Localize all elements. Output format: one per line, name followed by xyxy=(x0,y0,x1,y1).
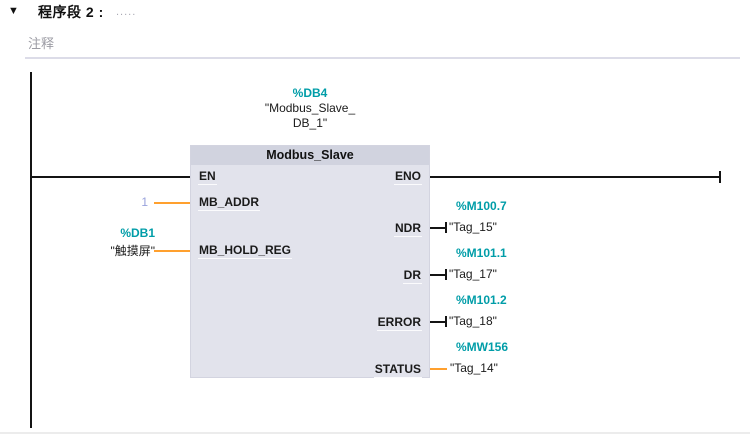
operand-status-tag[interactable]: "Tag_14" xyxy=(450,361,498,375)
network-comment-field[interactable]: 注释 xyxy=(28,33,54,52)
instance-db-name-line2: DB_1" xyxy=(190,116,430,131)
operand-error-tag[interactable]: "Tag_18" xyxy=(449,314,497,328)
comment-separator xyxy=(25,57,740,59)
network-title-placeholder[interactable]: ..... xyxy=(116,6,136,18)
wire-en xyxy=(32,176,190,178)
block-title[interactable]: Modbus_Slave xyxy=(191,146,429,165)
collapse-triangle-icon[interactable]: ▼ xyxy=(8,5,19,17)
wire-mb-hold-reg xyxy=(154,250,190,252)
operand-mb-hold-reg-name[interactable]: "触摸屏" xyxy=(40,242,155,259)
power-rail xyxy=(30,72,32,428)
operand-ndr-tag[interactable]: "Tag_15" xyxy=(449,220,497,234)
network-bottom-separator xyxy=(0,432,750,434)
operand-ndr-address[interactable]: %M100.7 xyxy=(456,199,507,213)
network-editor: ▼ 程序段 2 : ..... 注释 %DB4 "Modbus_Slave_ D… xyxy=(0,0,750,444)
wire-dr xyxy=(430,274,446,276)
instance-db-address[interactable]: %DB4 xyxy=(190,86,430,101)
pin-mb-hold-reg[interactable]: MB_HOLD_REG xyxy=(198,244,292,259)
network-title[interactable]: 程序段 2 : xyxy=(38,2,104,22)
operand-mb-addr-value[interactable]: 1 xyxy=(90,195,148,209)
wire-ndr-terminator xyxy=(445,222,447,233)
pin-dr[interactable]: DR xyxy=(403,269,422,284)
pin-en[interactable]: EN xyxy=(198,170,217,185)
instance-db-name-line1: "Modbus_Slave_ xyxy=(190,101,430,116)
wire-error xyxy=(430,321,446,323)
instance-db-header[interactable]: %DB4 "Modbus_Slave_ DB_1" xyxy=(190,86,430,131)
operand-dr-tag[interactable]: "Tag_17" xyxy=(449,267,497,281)
wire-ndr xyxy=(430,227,446,229)
operand-error-address[interactable]: %M101.2 xyxy=(456,293,507,307)
pin-error[interactable]: ERROR xyxy=(377,316,422,331)
wire-eno-terminator xyxy=(719,171,721,183)
pin-status[interactable]: STATUS xyxy=(374,363,422,378)
wire-mb-addr xyxy=(154,202,190,204)
wire-dr-terminator xyxy=(445,269,447,280)
operand-mb-hold-reg-address[interactable]: %DB1 xyxy=(55,226,155,240)
modbus-slave-block[interactable]: Modbus_Slave EN ENO MB_ADDR NDR MB_HOLD_… xyxy=(190,145,430,378)
pin-eno[interactable]: ENO xyxy=(394,170,422,185)
wire-status xyxy=(430,368,447,370)
pin-mb-addr[interactable]: MB_ADDR xyxy=(198,196,260,211)
wire-eno xyxy=(430,176,721,178)
operand-status-address[interactable]: %MW156 xyxy=(456,340,508,354)
operand-dr-address[interactable]: %M101.1 xyxy=(456,246,507,260)
pin-ndr[interactable]: NDR xyxy=(394,222,422,237)
wire-error-terminator xyxy=(445,316,447,327)
